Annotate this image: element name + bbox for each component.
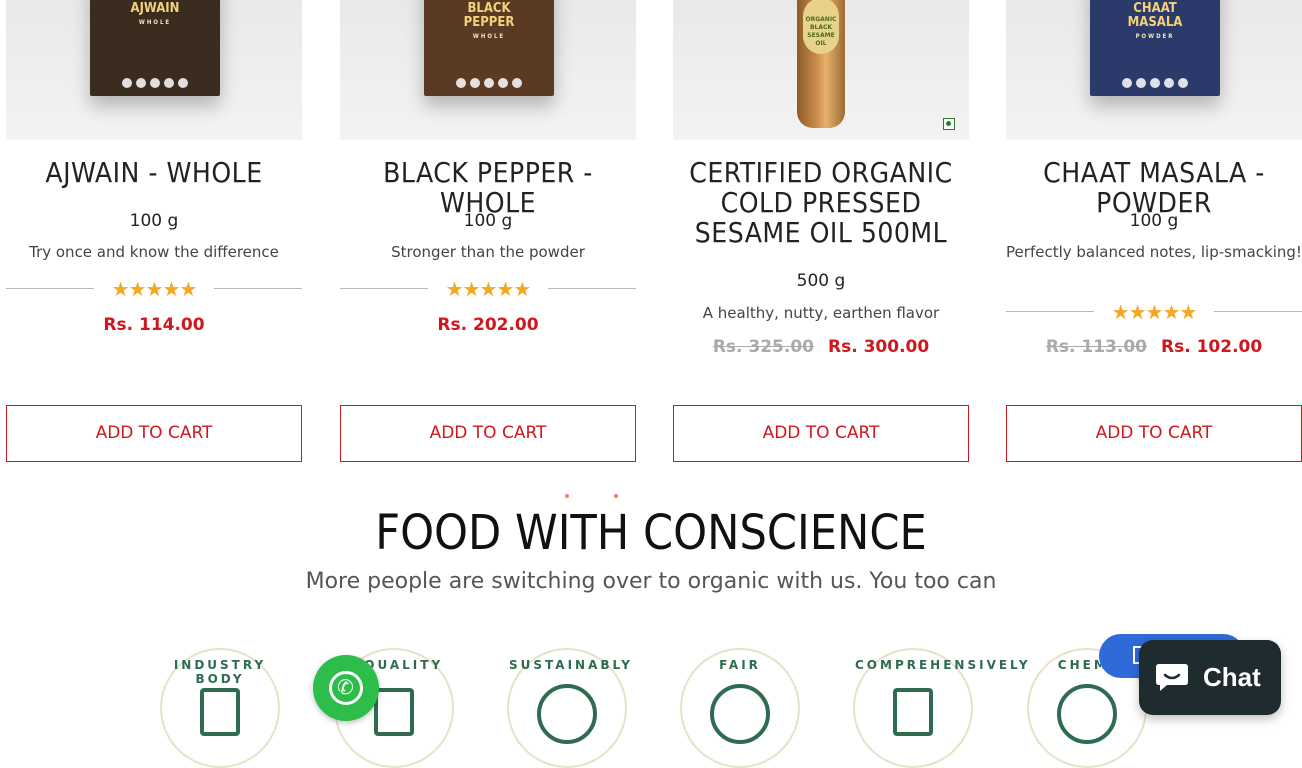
box-label: BLACK PEPPER WHOLE: [463, 1, 515, 41]
product-description: Stronger than the powder: [391, 243, 585, 261]
product-image[interactable]: ORGANIC BLACK SESAME OIL: [673, 0, 969, 140]
carousel-dot[interactable]: [614, 494, 618, 498]
product-description: Try once and know the difference: [29, 243, 279, 261]
sale-price: Rs. 102.00: [1161, 337, 1263, 357]
product-card: BLACK PEPPER WHOLE BLACK PEPPER - WHOLE 1…: [340, 0, 636, 462]
product-title[interactable]: CHAAT MASALA - POWDER: [1006, 158, 1302, 218]
product-weight: 500 g: [796, 271, 846, 291]
product-box: AJWAIN WHOLE: [90, 0, 220, 96]
product-weight: 100 g: [1129, 211, 1179, 231]
certificate-icon: [200, 688, 240, 736]
product-image[interactable]: CHAAT MASALA POWDER: [1006, 0, 1302, 140]
add-to-cart-button[interactable]: ADD TO CART: [340, 405, 636, 462]
add-to-cart-button[interactable]: ADD TO CART: [673, 405, 969, 462]
product-price: Rs. 202.00: [340, 315, 636, 335]
checklist-icon: [893, 688, 933, 736]
sale-price: Rs. 300.00: [828, 337, 930, 357]
product-grid: AJWAIN WHOLE AJWAIN - WHOLE 100 g Try onc…: [0, 0, 1302, 470]
product-image[interactable]: BLACK PEPPER WHOLE: [340, 0, 636, 140]
chat-label: Chat: [1203, 662, 1261, 692]
sale-price: Rs. 202.00: [437, 315, 539, 335]
star-icon: ★★★★★: [445, 277, 532, 301]
original-price: Rs. 325.00: [712, 337, 814, 357]
whatsapp-button[interactable]: [313, 655, 379, 721]
plant-globe-icon: [537, 684, 597, 744]
rating-stars: ★★★★★: [1006, 300, 1302, 324]
oil-bottle: ORGANIC BLACK SESAME OIL: [797, 0, 845, 128]
star-icon: ★★★★★: [111, 277, 198, 301]
carousel-dot[interactable]: [565, 494, 569, 498]
badge-sustainably: SUSTAINABLY: [507, 648, 630, 768]
product-title[interactable]: CERTIFIED ORGANIC COLD PRESSED SESAME OI…: [673, 158, 969, 248]
rating-stars: ★★★★★: [340, 277, 636, 301]
product-box: BLACK PEPPER WHOLE: [424, 0, 554, 96]
badge-comprehensively: COMPREHENSIVELY: [853, 648, 1028, 768]
product-card: AJWAIN WHOLE AJWAIN - WHOLE 100 g Try onc…: [6, 0, 302, 462]
product-title[interactable]: BLACK PEPPER - WHOLE: [340, 158, 636, 218]
product-box: CHAAT MASALA POWDER: [1090, 0, 1220, 96]
yin-yang-icon: [710, 684, 770, 744]
bottle-label: ORGANIC BLACK SESAME OIL: [803, 0, 839, 54]
box-label: CHAAT MASALA POWDER: [1127, 1, 1183, 41]
product-weight: 100 g: [129, 211, 179, 231]
product-image[interactable]: AJWAIN WHOLE: [6, 0, 302, 140]
badge-industry-body: INDUSTRY BODY: [160, 648, 280, 768]
hand-ok-icon: [374, 688, 414, 736]
badge-fair: FAIR: [680, 648, 800, 768]
product-price: Rs. 325.00 Rs. 300.00: [673, 337, 969, 357]
product-card: ORGANIC BLACK SESAME OIL CERTIFIED ORGAN…: [673, 0, 969, 462]
box-label: AJWAIN WHOLE: [130, 1, 180, 27]
chat-button[interactable]: Chat: [1139, 640, 1281, 715]
product-title[interactable]: AJWAIN - WHOLE: [6, 158, 302, 188]
original-price: Rs. 113.00: [1045, 337, 1147, 357]
chat-bubble-icon: [1156, 664, 1188, 691]
product-weight: 100 g: [463, 211, 513, 231]
star-icon: ★★★★★: [1111, 300, 1198, 324]
product-price: Rs. 113.00 Rs. 102.00: [1006, 337, 1302, 357]
rating-stars: ★★★★★: [6, 277, 302, 301]
veg-icon: [943, 118, 955, 130]
sale-price: Rs. 114.00: [103, 315, 205, 335]
product-price: Rs. 114.00: [6, 315, 302, 335]
add-to-cart-button[interactable]: ADD TO CART: [6, 405, 302, 462]
product-card: CHAAT MASALA POWDER CHAAT MASALA - POWDER…: [1006, 0, 1302, 462]
add-to-cart-button[interactable]: ADD TO CART: [1006, 405, 1302, 462]
product-description: Perfectly balanced notes, lip-smacking!: [1006, 243, 1302, 261]
no-chemical-icon: [1057, 684, 1117, 744]
product-description: A healthy, nutty, earthen flavor: [702, 304, 940, 322]
whatsapp-icon: [329, 671, 363, 705]
section-heading: FOOD WITH CONSCIENCE: [375, 505, 927, 561]
section-subheading: More people are switching over to organi…: [305, 569, 997, 594]
